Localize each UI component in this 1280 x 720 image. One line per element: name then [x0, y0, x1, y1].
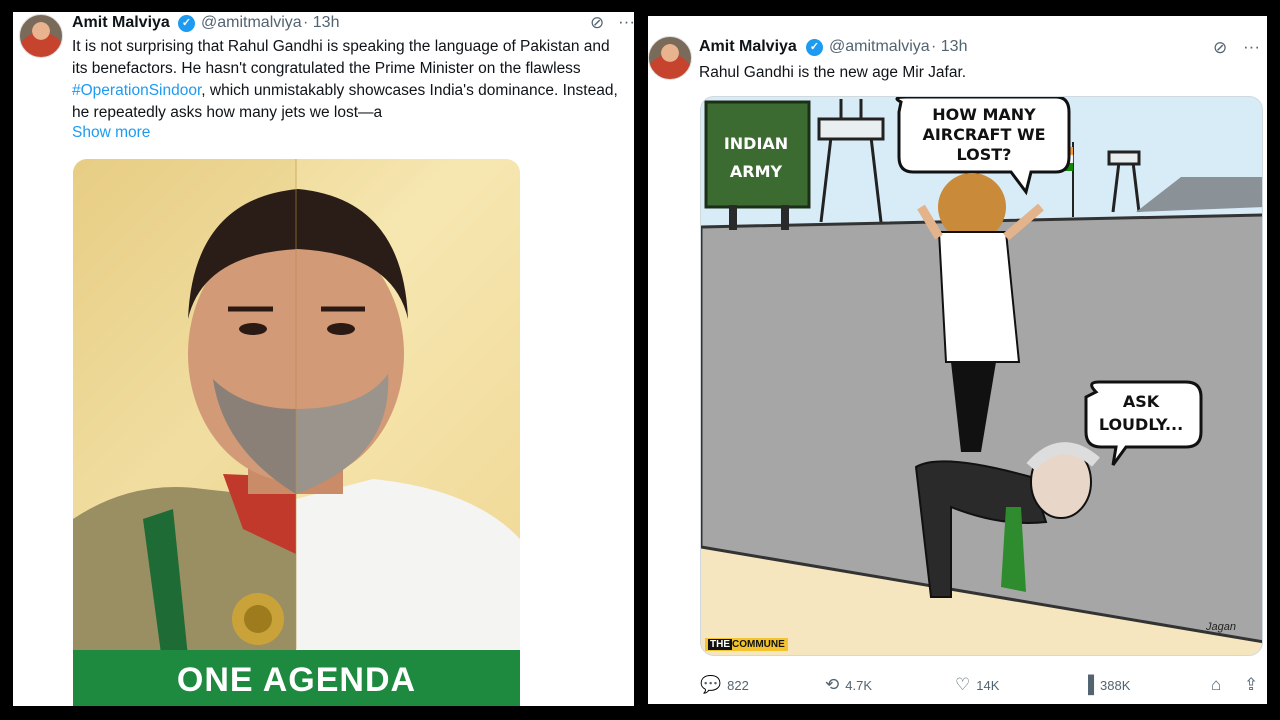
grok-icon[interactable]: ⊘ — [590, 13, 604, 33]
speech-bubble-text: LOST? — [957, 145, 1012, 164]
avatar[interactable] — [648, 36, 692, 80]
avatar[interactable] — [19, 14, 63, 58]
sign-text: ARMY — [730, 162, 783, 181]
composite-portrait — [73, 159, 520, 706]
speech-bubble-text: LOUDLY... — [1099, 415, 1183, 434]
author-handle[interactable]: @amitmalviya — [829, 38, 930, 56]
repost-count: 4.7K — [845, 677, 872, 693]
speech-bubble-text: AIRCRAFT WE — [922, 125, 1045, 144]
grok-icon[interactable]: ⊘ — [1213, 38, 1227, 58]
more-icon[interactable]: ··· — [1243, 37, 1260, 57]
tweet-time[interactable]: · 13h — [303, 14, 339, 32]
author-name[interactable]: Amit Malviya — [72, 14, 170, 32]
author-name[interactable]: Amit Malviya — [699, 38, 797, 56]
verified-badge-icon: ✓ — [806, 39, 823, 56]
sign-text: INDIAN — [724, 134, 788, 153]
views-button[interactable]: ▐ 388K — [1082, 675, 1130, 695]
brand-watermark-the: THE — [708, 639, 732, 650]
cartoon-illustration: INDIAN ARMY HOW MANY AIRCRAFT WE LOST? A… — [701, 97, 1262, 655]
tweet-time[interactable]: · 13h — [931, 38, 967, 56]
repost-icon: ⟲ — [825, 675, 840, 694]
show-more-link[interactable]: Show more — [72, 124, 150, 142]
image-banner: ONE AGENDA — [73, 650, 520, 706]
tweet-image[interactable]: ONE AGENDA — [73, 159, 520, 706]
views-chart-icon: ▐ — [1082, 675, 1095, 694]
tweet-text: Rahul Gandhi is the new age Mir Jafar. — [699, 64, 967, 81]
bookmark-icon: ⌂ — [1211, 675, 1222, 694]
speech-bubble-text: ASK — [1123, 392, 1160, 411]
left-tweet: Amit Malviya ✓ @amitmalviya · 13h ⊘ ··· … — [13, 12, 634, 706]
speech-bubble-text: HOW MANY — [932, 105, 1036, 124]
tweet-text-part: It is not surprising that Rahul Gandhi i… — [72, 38, 610, 77]
artist-signature: Jagan — [1205, 621, 1236, 633]
hashtag-link[interactable]: #OperationSindoor — [72, 82, 201, 99]
reply-button[interactable]: 💬 822 — [700, 675, 749, 695]
repost-button[interactable]: ⟲ 4.7K — [825, 675, 872, 695]
tweet-text: It is not surprising that Rahul Gandhi i… — [72, 36, 628, 124]
brand-watermark-name: COMMUNE — [732, 639, 785, 650]
bookmark-button[interactable]: ⌂ — [1211, 675, 1221, 695]
reply-icon: 💬 — [700, 675, 722, 694]
reply-count: 822 — [727, 677, 749, 693]
share-icon: ⇪ — [1244, 675, 1259, 694]
author-handle[interactable]: @amitmalviya — [201, 14, 302, 32]
tweet-image[interactable]: INDIAN ARMY HOW MANY AIRCRAFT WE LOST? A… — [700, 96, 1263, 656]
heart-icon: ♡ — [955, 675, 971, 694]
like-count: 14K — [976, 677, 1000, 693]
share-button[interactable]: ⇪ — [1244, 675, 1258, 695]
verified-badge-icon: ✓ — [178, 15, 195, 32]
brand-watermark: THE COMMUNE — [705, 638, 788, 651]
more-icon[interactable]: ··· — [618, 12, 634, 32]
views-count: 388K — [1100, 677, 1131, 693]
right-tweet: Amit Malviya ✓ @amitmalviya · 13h ⊘ ··· … — [648, 16, 1267, 704]
like-button[interactable]: ♡ 14K — [955, 675, 999, 695]
